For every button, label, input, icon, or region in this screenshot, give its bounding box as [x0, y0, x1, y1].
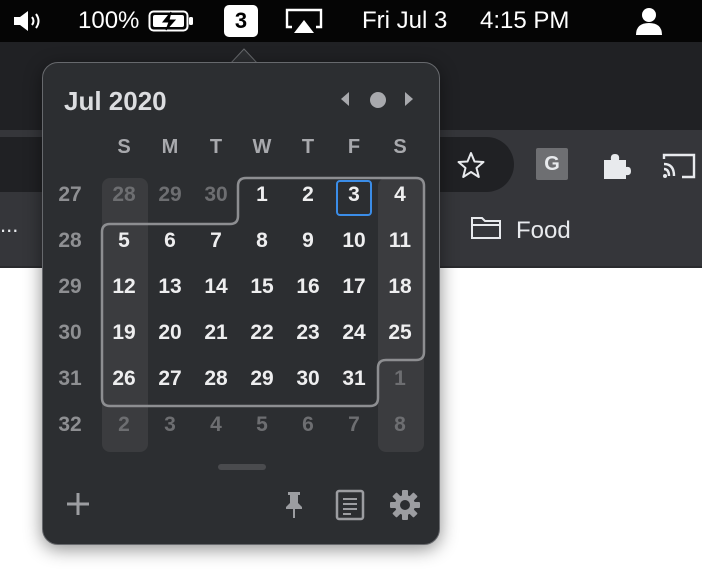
puzzle-icon[interactable] [600, 150, 632, 182]
day-cell[interactable]: 18 [380, 275, 420, 299]
week-number: 28 [58, 229, 82, 252]
day-cell[interactable]: 30 [288, 367, 328, 391]
chevron-left-icon[interactable] [338, 90, 352, 114]
day-cell[interactable]: 10 [334, 229, 374, 253]
weekday-label: M [161, 136, 179, 158]
day-cell-other-month[interactable]: 29 [150, 183, 190, 207]
today-dot-icon[interactable] [370, 92, 386, 108]
gear-icon[interactable] [388, 488, 422, 522]
add-icon[interactable] [64, 490, 92, 518]
bookmarks-overflow[interactable]: ... [0, 212, 18, 238]
day-cell[interactable]: 20 [150, 321, 190, 345]
day-cell[interactable]: 4 [380, 183, 420, 207]
day-cell[interactable]: 27 [150, 367, 190, 391]
chevron-right-icon[interactable] [402, 90, 416, 114]
day-cell[interactable]: 5 [104, 229, 144, 253]
weekday-label: S [117, 136, 131, 158]
day-cell[interactable]: 8 [242, 229, 282, 253]
resize-handle[interactable] [218, 464, 266, 470]
today-highlight [336, 180, 372, 216]
notes-icon[interactable] [334, 488, 366, 522]
menu-bar: 100% 3 Fri Jul 3 4:15 PM [0, 0, 702, 42]
day-cell[interactable]: 23 [288, 321, 328, 345]
day-cell[interactable]: 25 [380, 321, 420, 345]
weekday-label: F [347, 136, 361, 158]
menubar-date[interactable]: Fri Jul 3 [362, 0, 447, 42]
day-cell[interactable]: 6 [150, 229, 190, 253]
day-cell-other-month[interactable]: 3 [150, 413, 190, 437]
month-title[interactable]: Jul 2020 [64, 86, 167, 117]
day-cell[interactable]: 16 [288, 275, 328, 299]
day-cell[interactable]: 22 [242, 321, 282, 345]
day-cell-other-month[interactable]: 30 [196, 183, 236, 207]
day-cell[interactable]: 15 [242, 275, 282, 299]
day-cell[interactable]: 7 [196, 229, 236, 253]
day-cell[interactable]: 29 [242, 367, 282, 391]
week-number: 27 [58, 183, 82, 206]
speaker-icon[interactable] [12, 0, 48, 42]
battery-charging-icon[interactable] [148, 0, 196, 42]
day-cell[interactable]: 31 [334, 367, 374, 391]
day-cell-other-month[interactable]: 4 [196, 413, 236, 437]
weekday-label: W [252, 136, 272, 158]
day-cell-other-month[interactable]: 8 [380, 413, 420, 437]
pin-icon[interactable] [282, 490, 306, 520]
day-cell-other-month[interactable]: 2 [104, 413, 144, 437]
day-cell[interactable]: 17 [334, 275, 374, 299]
day-cell-other-month[interactable]: 28 [104, 183, 144, 207]
day-cell-other-month[interactable]: 5 [242, 413, 282, 437]
day-cell-other-month[interactable]: 7 [334, 413, 374, 437]
day-cell[interactable]: 12 [104, 275, 144, 299]
sunday-column-shade [102, 178, 148, 452]
day-cell[interactable]: 19 [104, 321, 144, 345]
day-cell[interactable]: 13 [150, 275, 190, 299]
day-cell[interactable]: 21 [196, 321, 236, 345]
weekday-label: T [301, 136, 315, 158]
week-number: 29 [58, 275, 82, 298]
day-cell-other-month[interactable]: 6 [288, 413, 328, 437]
saturday-column-shade [378, 178, 424, 452]
day-cell[interactable]: 9 [288, 229, 328, 253]
day-cell[interactable]: 14 [196, 275, 236, 299]
week-number: 31 [58, 367, 82, 390]
weekday-label: S [393, 136, 407, 158]
day-cell[interactable]: 24 [334, 321, 374, 345]
cast-icon[interactable] [662, 150, 696, 182]
user-icon[interactable] [634, 0, 664, 42]
day-cell[interactable]: 28 [196, 367, 236, 391]
battery-percentage: 100% [78, 7, 140, 34]
week-number: 30 [58, 321, 82, 344]
day-cell[interactable]: 11 [380, 229, 420, 253]
week-number: 32 [58, 413, 82, 436]
bookmark-folder-label: Food [516, 216, 571, 244]
grammarly-icon[interactable]: G [536, 148, 568, 180]
folder-icon [470, 214, 502, 247]
bookmark-folder-food[interactable]: Food [470, 214, 571, 247]
day-cell-other-month[interactable]: 1 [380, 367, 420, 391]
day-cell[interactable]: 2 [288, 183, 328, 207]
day-cell[interactable]: 1 [242, 183, 282, 207]
weekday-label: T [209, 136, 223, 158]
day-cell[interactable]: 26 [104, 367, 144, 391]
menubar-time[interactable]: 4:15 PM [480, 0, 569, 42]
star-icon[interactable] [456, 150, 486, 180]
airplay-icon[interactable] [284, 0, 324, 42]
extension-letter: G [544, 152, 560, 175]
calendar-menu-badge[interactable]: 3 [224, 5, 258, 37]
